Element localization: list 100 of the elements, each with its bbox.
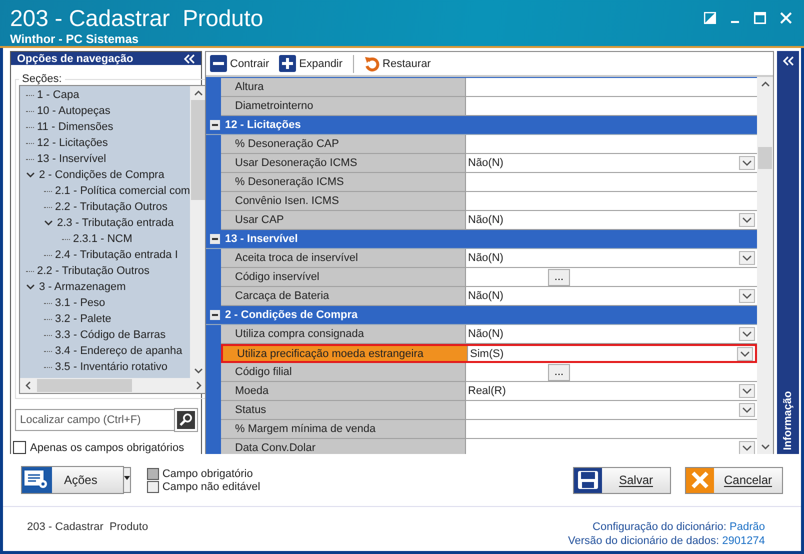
search-icon[interactable]: [175, 409, 197, 431]
dropdown-button[interactable]: [124, 467, 132, 493]
collapse-icon[interactable]: [210, 310, 220, 320]
chevron-down-icon[interactable]: [44, 220, 53, 226]
field-value: Não(N): [468, 157, 504, 169]
value-field[interactable]: Não(N): [466, 211, 757, 229]
field-label: Convênio Isen. ICMS: [221, 192, 466, 210]
toolbar-button[interactable]: Restaurar: [364, 55, 431, 72]
tree-item[interactable]: 2.2 - Tributação Outros: [55, 201, 168, 213]
tree-item[interactable]: 11 - Dimensões: [37, 121, 114, 133]
value-field[interactable]: [466, 135, 757, 153]
tree-item[interactable]: 2.2 - Tributação Outros: [37, 265, 150, 277]
lookup-button[interactable]: ...: [548, 268, 570, 286]
value-field[interactable]: Não(N): [466, 325, 757, 343]
collapse-icon[interactable]: [782, 56, 794, 66]
dropdown-icon[interactable]: [739, 251, 755, 265]
checkbox[interactable]: [13, 441, 26, 454]
lookup-button[interactable]: ...: [548, 364, 570, 380]
tree-item[interactable]: 3.3 - Código de Barras: [55, 329, 166, 341]
group-label: Seções:: [21, 73, 63, 85]
scroll-left-icon[interactable]: [25, 381, 31, 390]
cancel-button[interactable]: Cancelar: [685, 466, 783, 494]
value-field[interactable]: [466, 420, 757, 438]
value-field[interactable]: Não(N): [466, 287, 757, 305]
scroll-down-icon[interactable]: [760, 444, 770, 450]
toolbar-button[interactable]: Expandir: [279, 55, 343, 72]
scroll-up-icon[interactable]: [194, 90, 204, 96]
collapse-icon[interactable]: [184, 54, 195, 64]
window-subtitle: Winthor - PC Sistemas: [10, 32, 140, 46]
section-title: 2 - Condições de Compra: [225, 309, 358, 321]
tree-item[interactable]: 3.5 - Inventário rotativo: [55, 361, 168, 373]
value-field[interactable]: ...: [466, 363, 757, 381]
close-icon[interactable]: [780, 12, 792, 24]
value-field[interactable]: Não(N): [466, 154, 757, 172]
field-label: Data Conv.Dolar: [221, 439, 466, 454]
section-title: 13 - Inservível: [225, 233, 298, 245]
actions-button[interactable]: Ações: [21, 466, 124, 494]
field-label: % Desoneração CAP: [221, 135, 466, 153]
tree-item[interactable]: 2.4 - Tributação entrada I: [55, 249, 178, 261]
collapse-icon[interactable]: [210, 234, 220, 244]
field-label: % Margem mínima de venda: [221, 420, 466, 438]
save-button[interactable]: Salvar: [573, 466, 671, 494]
value-field[interactable]: [466, 97, 757, 115]
list-settings-icon: [22, 467, 52, 493]
value-field[interactable]: [466, 401, 757, 419]
scroll-thumb[interactable]: [191, 100, 206, 200]
dropdown-icon[interactable]: [739, 156, 755, 170]
scroll-thumb[interactable]: [758, 147, 772, 169]
caret-down-icon[interactable]: [124, 476, 130, 480]
dropdown-icon[interactable]: [739, 289, 755, 303]
tree-item[interactable]: 10 - Autopeças: [37, 105, 110, 117]
tree-item[interactable]: 3 - Armazenagem: [39, 281, 126, 293]
field-label: Usar Desoneração ICMS: [221, 154, 466, 172]
tree-item[interactable]: 2 - Condições de Compra: [39, 169, 164, 181]
value-field[interactable]: Real(R): [466, 382, 757, 400]
legend-swatch: [147, 480, 160, 492]
info-panel[interactable]: Informação: [777, 51, 799, 454]
dropdown-icon[interactable]: [739, 327, 755, 341]
field-label: Status: [221, 401, 466, 419]
dropdown-icon[interactable]: [739, 213, 755, 227]
resize-icon[interactable]: [704, 12, 716, 24]
scrollbar[interactable]: [757, 77, 773, 454]
tree-item[interactable]: 2.3.1 - NCM: [73, 233, 132, 245]
undo-icon: [364, 55, 380, 72]
field-value: Não(N): [468, 290, 504, 302]
value-field[interactable]: Não(N): [466, 249, 757, 267]
tree-item[interactable]: 12 - Licitações: [37, 137, 108, 149]
scroll-up-icon[interactable]: [760, 81, 770, 87]
tree-item[interactable]: 2.3 - Tributação entrada: [57, 217, 174, 229]
value-field[interactable]: [466, 173, 757, 191]
chevron-down-icon[interactable]: [26, 172, 35, 178]
collapse-icon[interactable]: [210, 120, 220, 130]
tree-item[interactable]: 2.1 - Política comercial com: [55, 185, 190, 197]
tree-item[interactable]: 3.2 - Palete: [55, 313, 112, 325]
floppy-icon: [577, 470, 599, 490]
scrollbar[interactable]: [20, 378, 208, 393]
scroll-right-icon[interactable]: [196, 381, 202, 390]
field-value: Não(N): [468, 328, 504, 340]
chevron-down-icon[interactable]: [26, 284, 35, 290]
maximize-icon[interactable]: [754, 12, 766, 24]
window-title: 203 - Cadastrar Produto: [10, 4, 264, 32]
dropdown-icon[interactable]: [739, 384, 755, 398]
scroll-down-icon[interactable]: [194, 368, 204, 374]
status-label: Configuração do dicionário:: [592, 521, 726, 533]
status-value: 2901274: [722, 535, 765, 547]
toolbar-button[interactable]: Contrair: [210, 55, 270, 72]
tree-item[interactable]: 3.4 - Endereço de apanha: [55, 345, 182, 357]
dropdown-icon[interactable]: [739, 403, 755, 417]
value-field[interactable]: [466, 78, 757, 96]
tree-item[interactable]: 1 - Capa: [37, 89, 80, 101]
status-label: Versão do dicionário de dados:: [568, 535, 720, 547]
value-field[interactable]: ...: [466, 268, 757, 286]
dropdown-icon[interactable]: [739, 441, 755, 454]
tree-item[interactable]: 13 - Inservível: [37, 153, 106, 165]
tree-item[interactable]: 3.1 - Peso: [55, 297, 106, 309]
search-field[interactable]: Localizar campo (Ctrl+F): [15, 409, 175, 431]
scroll-thumb[interactable]: [37, 379, 132, 392]
value-field[interactable]: [466, 192, 757, 210]
status-value: Padrão: [730, 521, 765, 533]
value-field[interactable]: [466, 439, 757, 454]
